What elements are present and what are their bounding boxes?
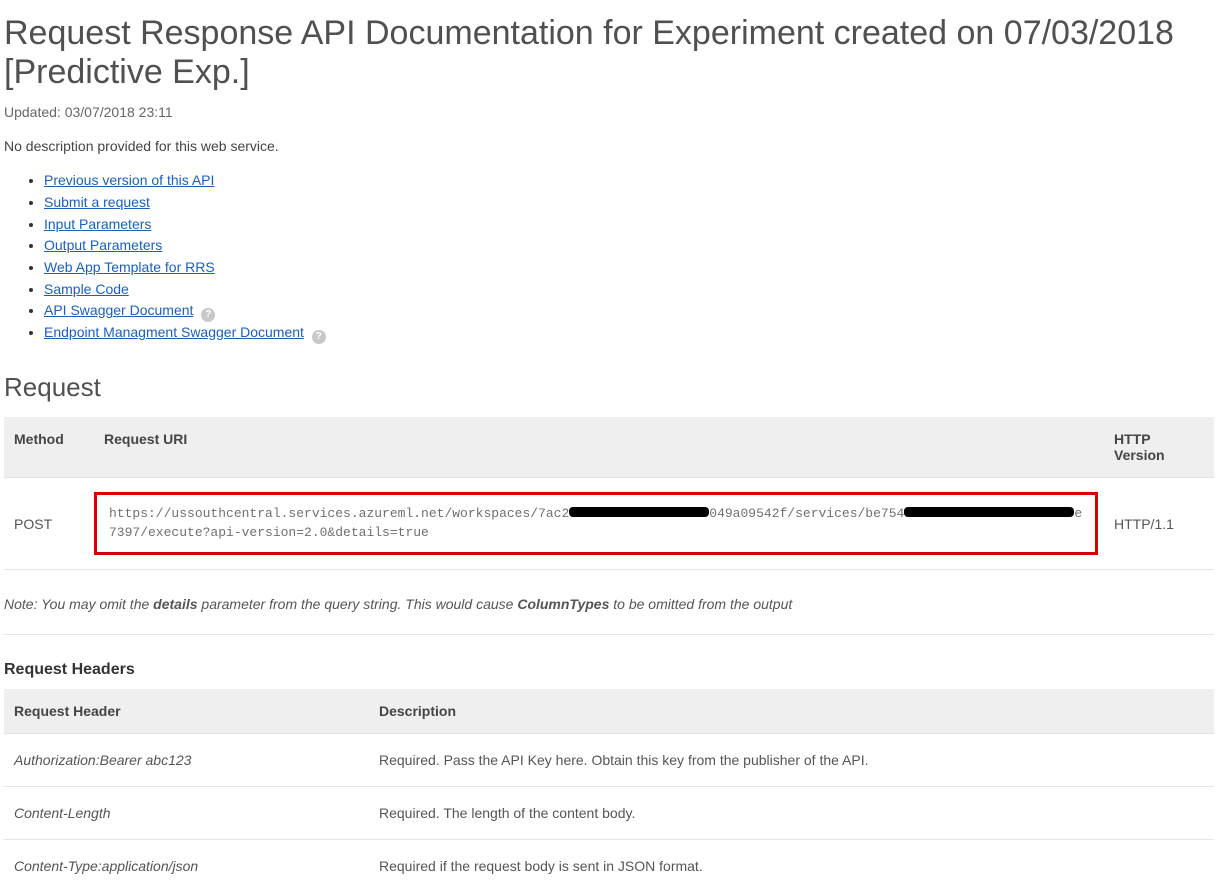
cell-header-desc: Required. The length of the content body… bbox=[369, 787, 1214, 840]
table-row: Content-Length Required. The length of t… bbox=[4, 787, 1214, 840]
request-table: Method Request URI HTTP Version POST htt… bbox=[4, 417, 1214, 571]
link-api-swagger[interactable]: API Swagger Document bbox=[44, 302, 193, 318]
link-webapp-template[interactable]: Web App Template for RRS bbox=[44, 259, 215, 275]
cell-header-desc: Required if the request body is sent in … bbox=[369, 840, 1214, 892]
cell-header-name: Content-Type:application/json bbox=[4, 840, 369, 892]
cell-header-desc: Required. Pass the API Key here. Obtain … bbox=[369, 734, 1214, 787]
link-previous-version[interactable]: Previous version of this API bbox=[44, 172, 214, 188]
description-text: No description provided for this web ser… bbox=[4, 138, 1214, 154]
page-title: Request Response API Documentation for E… bbox=[4, 14, 1214, 92]
th-http-version: HTTP Version bbox=[1104, 417, 1214, 478]
note-text: Note: You may omit the bbox=[4, 596, 153, 612]
link-sample-code[interactable]: Sample Code bbox=[44, 281, 129, 297]
cell-header-name: Content-Length bbox=[4, 787, 369, 840]
th-method: Method bbox=[4, 417, 94, 478]
note-text: parameter from the query string. This wo… bbox=[198, 596, 518, 612]
help-icon[interactable]: ? bbox=[312, 330, 326, 344]
link-submit-request[interactable]: Submit a request bbox=[44, 194, 150, 210]
request-row: POST https://ussouthcentral.services.azu… bbox=[4, 477, 1214, 570]
nav-links-list: Previous version of this API Submit a re… bbox=[4, 170, 1214, 344]
section-request-heading: Request bbox=[4, 372, 1214, 403]
th-request-header: Request Header bbox=[4, 689, 369, 734]
th-description: Description bbox=[369, 689, 1214, 734]
cell-header-name: Authorization:Bearer abc123 bbox=[4, 734, 369, 787]
table-row: Authorization:Bearer abc123 Required. Pa… bbox=[4, 734, 1214, 787]
request-headers-table: Request Header Description Authorization… bbox=[4, 689, 1214, 892]
redacted-segment bbox=[569, 507, 709, 517]
request-uri-box: https://ussouthcentral.services.azureml.… bbox=[94, 492, 1098, 556]
help-icon[interactable]: ? bbox=[201, 308, 215, 322]
table-row: Content-Type:application/json Required i… bbox=[4, 840, 1214, 892]
cell-method: POST bbox=[4, 477, 94, 570]
redacted-segment bbox=[904, 507, 1074, 517]
note-text: to be omitted from the output bbox=[609, 596, 792, 612]
note-bold: ColumnTypes bbox=[517, 596, 609, 612]
note-bold: details bbox=[153, 596, 197, 612]
uri-segment: https://ussouthcentral.services.azureml.… bbox=[109, 506, 569, 521]
link-endpoint-swagger[interactable]: Endpoint Managment Swagger Document bbox=[44, 324, 304, 340]
section-request-headers-heading: Request Headers bbox=[4, 661, 1214, 679]
link-input-parameters[interactable]: Input Parameters bbox=[44, 216, 151, 232]
link-output-parameters[interactable]: Output Parameters bbox=[44, 237, 162, 253]
updated-timestamp: Updated: 03/07/2018 23:11 bbox=[4, 104, 1214, 120]
th-request-uri: Request URI bbox=[94, 417, 1104, 478]
cell-http-version: HTTP/1.1 bbox=[1104, 477, 1214, 570]
uri-segment: 049a09542f/services/be754 bbox=[709, 506, 904, 521]
request-note: Note: You may omit the details parameter… bbox=[4, 590, 1214, 635]
